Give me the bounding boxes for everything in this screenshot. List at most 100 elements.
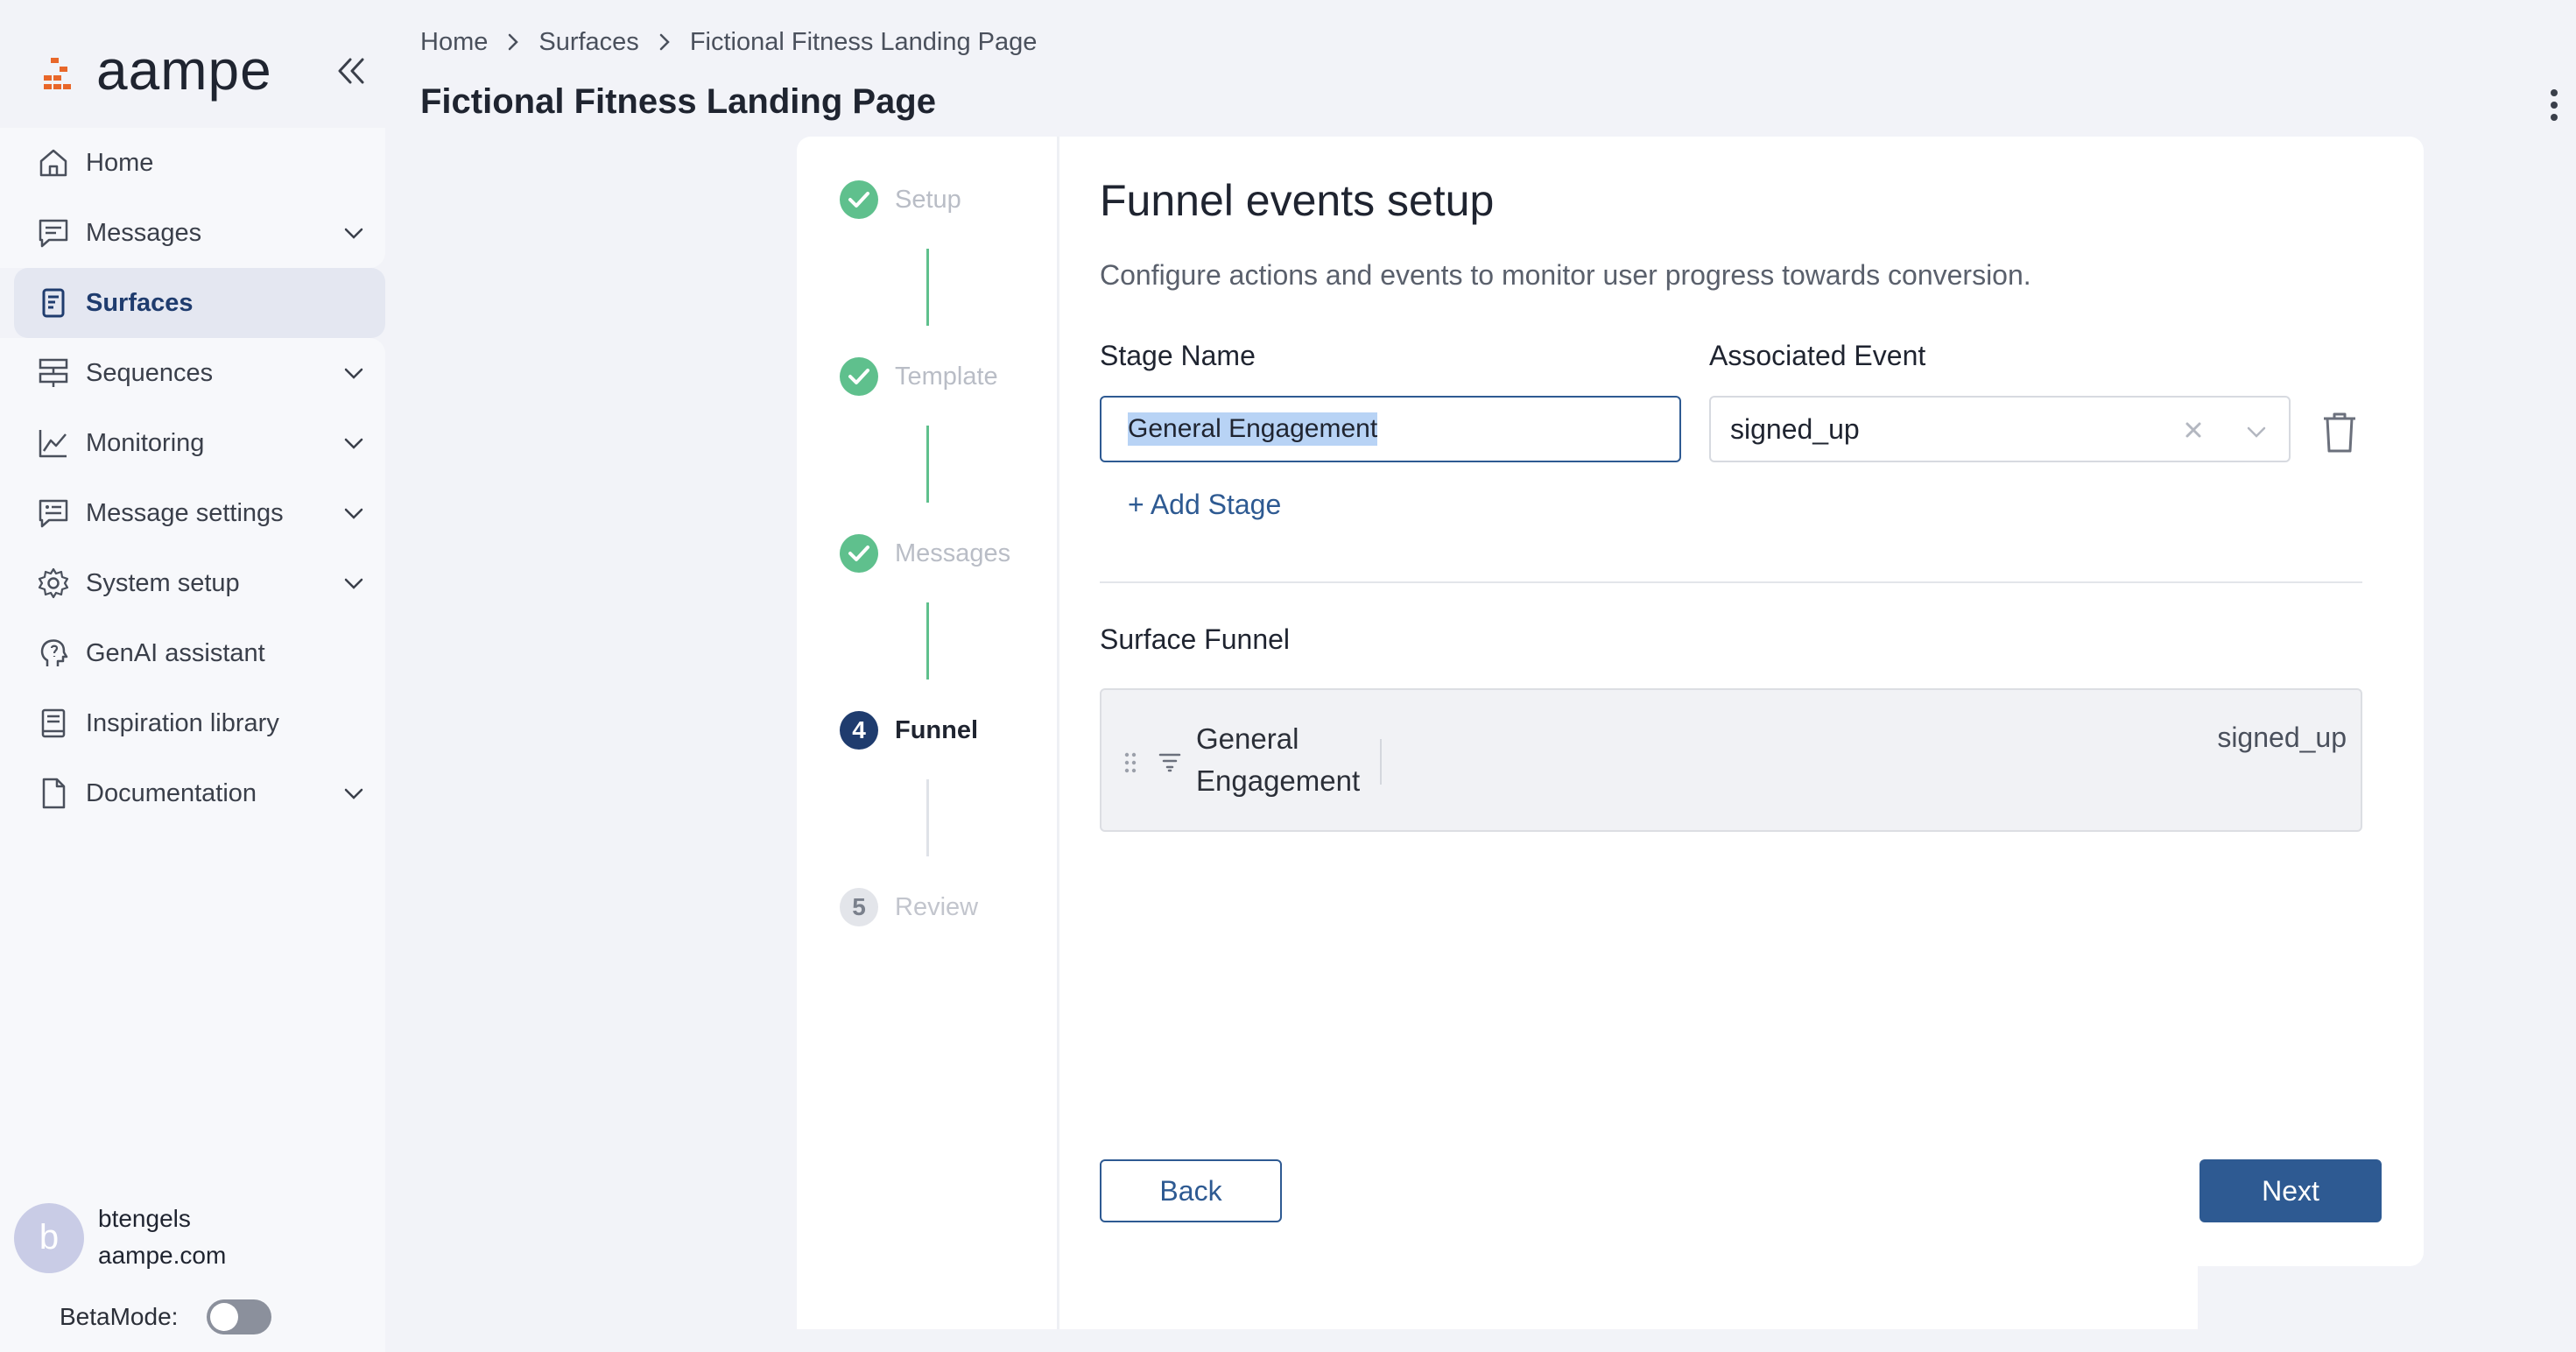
sidebar-item-label: Home	[86, 148, 154, 177]
aampe-logo-icon	[44, 58, 71, 89]
home-icon	[39, 149, 67, 177]
user-domain: aampe.com	[98, 1242, 227, 1269]
step-label: Setup	[895, 185, 961, 214]
section-title: Funnel events setup	[1100, 176, 1495, 225]
genai-icon	[40, 639, 68, 666]
collapse-sidebar-icon[interactable]	[333, 53, 370, 89]
logo[interactable]: aampe	[42, 35, 375, 105]
sidebar-item-label: Monitoring	[86, 428, 205, 457]
sidebar-item-system-setup[interactable]: System setup	[14, 548, 385, 618]
step-setup[interactable]: Setup	[839, 179, 961, 221]
funnel-setup-card-bottom	[1059, 1261, 2198, 1329]
chevron-right-icon	[509, 33, 519, 51]
page-title: Fictional Fitness Landing Page	[420, 82, 936, 121]
step-connector	[926, 249, 929, 326]
chevron-down-icon[interactable]	[341, 501, 366, 525]
section-divider	[1100, 581, 2362, 583]
step-label: Review	[895, 892, 979, 921]
step-number-icon: 4	[840, 711, 878, 750]
monitoring-icon	[39, 430, 67, 458]
check-circle-icon	[840, 534, 878, 573]
user-profile[interactable]: b btengels aampe.com	[14, 1203, 373, 1277]
more-options-icon[interactable]	[2539, 86, 2569, 124]
breadcrumb-home[interactable]: Home	[420, 28, 488, 57]
sidebar-item-label: Sequences	[86, 358, 214, 387]
delete-stage-icon[interactable]	[2320, 412, 2359, 454]
sidebar: aampe Home Messages Surfaces Sequences M…	[0, 0, 385, 1352]
step-label: Funnel	[895, 715, 979, 744]
step-connector	[926, 779, 929, 856]
stage-name-label: Stage Name	[1100, 340, 1256, 371]
sidebar-item-label: System setup	[86, 568, 240, 597]
sidebar-item-label: GenAI assistant	[86, 638, 265, 667]
check-circle-icon	[840, 357, 878, 396]
chevron-right-icon	[659, 33, 670, 51]
step-number-icon: 5	[840, 888, 878, 926]
step-label: Messages	[895, 539, 1011, 567]
chevron-down-icon[interactable]	[2243, 419, 2270, 445]
back-button[interactable]: Back	[1100, 1159, 1282, 1222]
breadcrumb-surfaces[interactable]: Surfaces	[538, 28, 638, 57]
surfaces-icon	[42, 288, 65, 318]
step-label: Template	[895, 362, 998, 391]
sidebar-item-sequences[interactable]: Sequences	[14, 338, 385, 408]
chevron-down-icon[interactable]	[341, 571, 366, 595]
funnel-icon	[1158, 753, 1181, 772]
chevron-down-icon[interactable]	[341, 221, 366, 245]
beta-mode-label: BetaMode:	[60, 1303, 179, 1330]
beta-mode-toggle[interactable]	[207, 1299, 271, 1334]
associated-event-value: signed_up	[1730, 413, 1860, 445]
sidebar-item-surfaces[interactable]: Surfaces	[14, 268, 385, 338]
message-settings-icon	[39, 499, 68, 528]
messages-icon	[39, 219, 68, 248]
book-icon	[41, 708, 66, 738]
sequences-icon	[39, 358, 68, 387]
logo-text: aampe	[96, 39, 272, 102]
step-funnel[interactable]: 4 Funnel	[839, 709, 978, 751]
next-button[interactable]: Next	[2199, 1159, 2382, 1222]
funnel-stage-event: signed_up	[2217, 722, 2347, 753]
gear-icon	[38, 567, 69, 599]
sidebar-item-inspiration-library[interactable]: Inspiration library	[14, 688, 385, 758]
step-review[interactable]: 5 Review	[839, 886, 978, 928]
step-messages[interactable]: Messages	[839, 532, 1010, 574]
sidebar-item-message-settings[interactable]: Message settings	[14, 478, 385, 548]
sidebar-item-home[interactable]: Home	[14, 128, 385, 198]
funnel-row-separator	[1380, 739, 1382, 785]
step-connector	[926, 426, 929, 503]
sidebar-item-label: Messages	[86, 218, 202, 247]
chevron-down-icon[interactable]	[341, 781, 366, 806]
clear-icon[interactable]	[2180, 417, 2206, 443]
beta-mode-row: BetaMode:	[60, 1299, 322, 1334]
sidebar-item-label: Inspiration library	[86, 708, 279, 737]
sidebar-item-label: Documentation	[86, 778, 257, 807]
stage-name-value: General Engagement	[1128, 412, 1378, 446]
section-description: Configure actions and events to monitor …	[1100, 259, 2031, 291]
add-stage-button[interactable]: + Add Stage	[1128, 489, 1281, 521]
associated-event-select[interactable]: signed_up	[1709, 396, 2291, 462]
stage-name-input[interactable]: General Engagement	[1100, 396, 1681, 462]
svg-text:4: 4	[852, 716, 866, 743]
check-circle-icon	[840, 180, 878, 219]
document-icon	[42, 778, 66, 809]
panel-divider	[1057, 137, 1059, 1329]
chevron-down-icon[interactable]	[341, 361, 366, 385]
surface-funnel-list: General Engagement signed_up	[1100, 688, 2362, 832]
toggle-knob	[210, 1303, 238, 1331]
step-template[interactable]: Template	[839, 356, 998, 398]
sidebar-item-genai-assistant[interactable]: GenAI assistant	[14, 618, 385, 688]
sidebar-item-messages[interactable]: Messages	[14, 198, 385, 268]
drag-handle-icon[interactable]	[1123, 751, 1138, 774]
svg-text:5: 5	[852, 893, 866, 920]
sidebar-item-label: Surfaces	[86, 288, 194, 317]
sidebar-item-documentation[interactable]: Documentation	[14, 758, 385, 828]
sidebar-nav: Home Messages Surfaces Sequences Monitor…	[14, 128, 385, 828]
breadcrumb-current: Fictional Fitness Landing Page	[689, 27, 1038, 56]
avatar: b	[14, 1203, 84, 1273]
sidebar-item-monitoring[interactable]: Monitoring	[14, 408, 385, 478]
sidebar-item-label: Message settings	[86, 498, 284, 527]
surface-funnel-title: Surface Funnel	[1100, 623, 1291, 655]
chevron-down-icon[interactable]	[341, 431, 366, 455]
associated-event-label: Associated Event	[1709, 340, 1926, 371]
step-connector	[926, 602, 929, 680]
